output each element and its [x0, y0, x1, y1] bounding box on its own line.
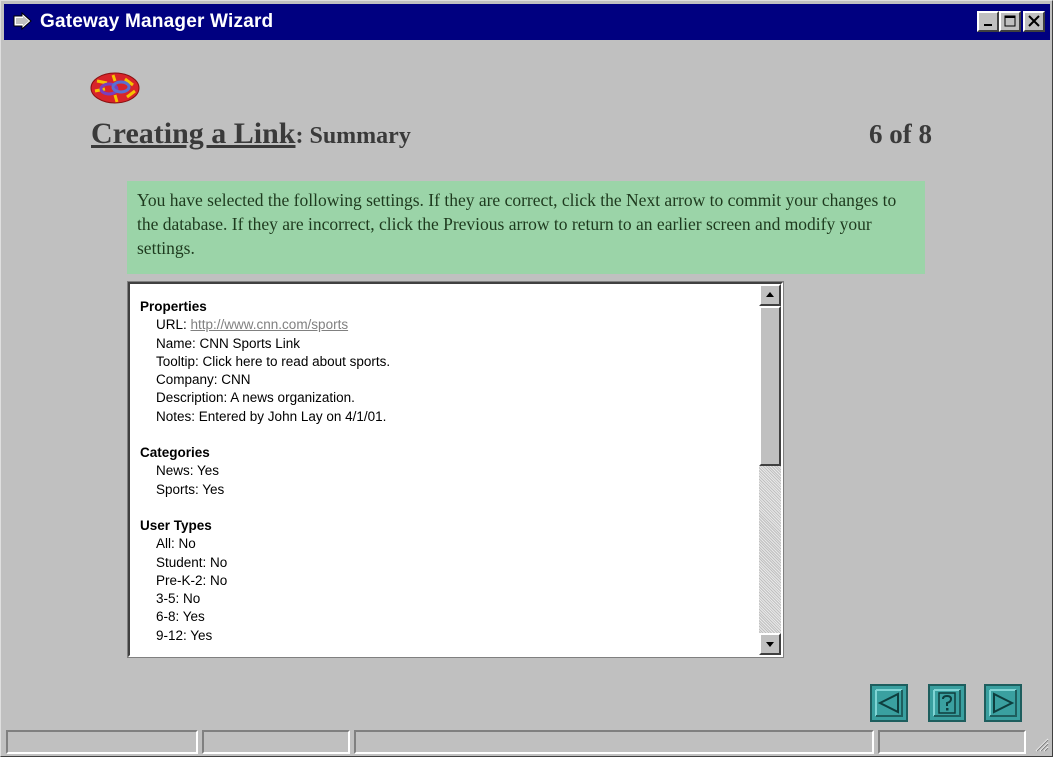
status-panel — [878, 730, 1026, 754]
maximize-button[interactable] — [999, 11, 1021, 32]
summary-content: Properties URL: http://www.cnn.com/sport… — [140, 298, 760, 645]
maximize-icon — [1004, 15, 1016, 27]
property-tooltip: Tooltip: Click here to read about sports… — [156, 353, 391, 369]
title-bar[interactable]: Gateway Manager Wizard — [4, 4, 1050, 40]
arrow-down-icon — [766, 642, 774, 647]
title-separator: : — [295, 123, 304, 149]
minimize-button[interactable] — [977, 11, 999, 32]
scroll-thumb[interactable] — [759, 306, 781, 466]
property-description: Description: A news organization. — [156, 390, 355, 406]
property-company: Company: CNN — [156, 372, 251, 388]
summary-listbox[interactable]: Properties URL: http://www.cnn.com/sport… — [127, 281, 784, 658]
status-bar — [6, 730, 1051, 754]
next-button[interactable] — [984, 684, 1022, 722]
user-type-item: 9-12: Yes — [156, 627, 213, 643]
user-type-item: Pre-K-2: No — [156, 572, 228, 588]
scroll-down-button[interactable] — [759, 633, 781, 655]
section-title-properties: Properties — [140, 299, 207, 314]
page-heading: Creating a Link : Summary — [91, 117, 411, 151]
url-label: URL: — [156, 317, 191, 333]
section-title-user-types: User Types — [140, 517, 212, 533]
next-arrow-icon — [989, 689, 1017, 717]
user-type-item: 3-5: No — [156, 591, 201, 607]
page-title: Creating a Link — [91, 117, 296, 150]
chain-link-logo-icon — [89, 71, 141, 110]
instructions-box: You have selected the following settings… — [127, 181, 925, 274]
help-button[interactable] — [928, 684, 966, 722]
wizard-window: Gateway Manager Wizard Creating a Link:… — [0, 0, 1053, 757]
property-url: URL: http://www.cnn.com/sports — [140, 316, 760, 334]
status-panel — [354, 730, 874, 754]
close-icon — [1028, 15, 1040, 27]
property-name: Name: CNN Sports Link — [156, 335, 301, 351]
help-question-icon — [933, 689, 961, 717]
user-type-item: Student: No — [156, 554, 228, 570]
wizard-arrow-icon — [10, 9, 36, 35]
category-item: Sports: Yes — [156, 481, 225, 497]
status-panel — [6, 730, 198, 754]
page-subtitle: Summary — [309, 123, 411, 149]
window-title: Gateway Manager Wizard — [40, 11, 274, 32]
vertical-scrollbar[interactable] — [759, 284, 781, 655]
user-type-item: All: No — [156, 536, 196, 552]
resize-grip-icon[interactable] — [1033, 736, 1049, 752]
minimize-icon — [984, 24, 992, 26]
close-button[interactable] — [1023, 11, 1045, 32]
previous-arrow-icon — [875, 689, 903, 717]
category-item: News: Yes — [156, 463, 220, 479]
user-type-item: 6-8: Yes — [156, 609, 205, 625]
status-panel — [202, 730, 350, 754]
url-link[interactable]: http://www.cnn.com/sports — [191, 317, 349, 332]
section-title-categories: Categories — [140, 445, 210, 461]
arrow-up-icon — [766, 292, 774, 297]
step-counter: 6 of 8 — [869, 119, 932, 149]
property-notes: Notes: Entered by John Lay on 4/1/01. — [156, 408, 387, 424]
scroll-up-button[interactable] — [759, 284, 781, 306]
previous-button[interactable] — [870, 684, 908, 722]
